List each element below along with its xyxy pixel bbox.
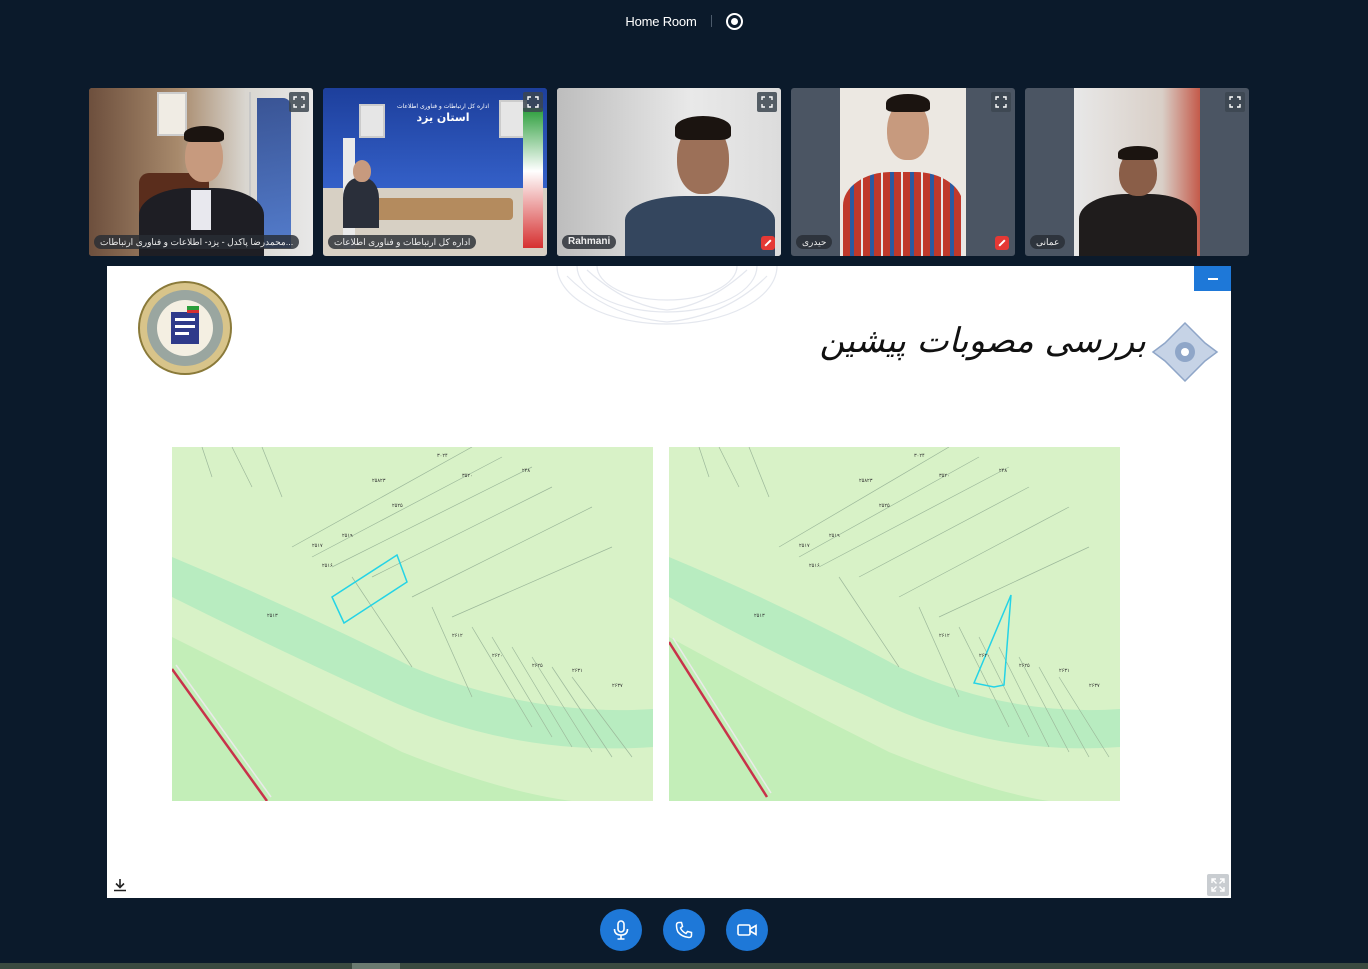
expand-tile-button[interactable] <box>757 92 777 112</box>
svg-text:۲۵۲۵: ۲۵۲۵ <box>879 503 890 509</box>
taskbar-strip <box>0 963 1368 969</box>
phone-button[interactable] <box>663 909 705 951</box>
svg-text:۲۵۲۵: ۲۵۲۵ <box>392 503 403 509</box>
divider <box>710 15 712 27</box>
expand-icon <box>293 96 305 108</box>
participant-strip: محمدرضا پاکدل - یزد- اطلاعات و فناوری ار… <box>89 88 1249 256</box>
expand-icon <box>761 96 773 108</box>
svg-text:۲۵۸۲۳: ۲۵۸۲۳ <box>859 478 873 484</box>
svg-text:۳۵۲۰: ۳۵۲۰ <box>462 473 473 479</box>
participant-name: محمدرضا پاکدل - یزد- اطلاعات و فناوری ار… <box>94 235 300 249</box>
participant-tile[interactable]: عمانی <box>1025 88 1249 256</box>
banner-line: استان یزد <box>416 111 470 124</box>
room-name: Home Room <box>625 13 697 29</box>
svg-text:۲۵۱۷: ۲۵۱۷ <box>799 543 810 549</box>
svg-text:۲۵۱۶: ۲۵۱۶ <box>322 563 333 569</box>
svg-text:۳۵۲۰: ۳۵۲۰ <box>939 473 950 479</box>
participant-tile[interactable]: اداره کل ارتباطات و فناوری اطلاعات استان… <box>323 88 547 256</box>
map-before: ۳۰۲۴ ۳۵۲۰ ۲۴۸ ۲۵۸۲۳ ۲۵۲۵ ۲۵۱۹ ۲۵۱۷ ۲۵۱۶ ۲۶۱۲ ۲… <box>172 447 653 801</box>
participant-name: Rahmani <box>562 235 617 249</box>
svg-text:۲۵۱۳: ۲۵۱۳ <box>267 613 278 619</box>
portrait-frame <box>157 92 187 136</box>
mic-muted-icon <box>761 236 775 250</box>
svg-text:۲۶۲۰: ۲۶۲۰ <box>492 653 503 659</box>
expand-icon <box>995 96 1007 108</box>
portrait-frame <box>359 104 385 138</box>
svg-text:۲۶۲۵: ۲۶۲۵ <box>1019 663 1030 669</box>
svg-text:۲۵۱۷: ۲۵۱۷ <box>312 543 323 549</box>
svg-text:۲۶۱۲: ۲۶۱۲ <box>452 633 463 639</box>
organization-logo <box>138 281 232 375</box>
svg-text:۲۴۸: ۲۴۸ <box>522 468 530 474</box>
map-after: ۳۰۲۴ ۳۵۲۰ ۲۴۸ ۲۵۸۲۳ ۲۵۲۵ ۲۵۱۹ ۲۵۱۷ ۲۵۱۶ ۲۶۱۲ ۲… <box>669 447 1120 801</box>
expand-icon <box>1229 96 1241 108</box>
presentation-stage: بررسی مصوبات پیشین ۳۰۲۴ ۳۵۲۰ ۲۴۸ ۲۵۸۲۳ ۲۵۲۵… <box>107 266 1231 898</box>
microphone-button[interactable] <box>600 909 642 951</box>
room-banner: اداره کل ارتباطات و فناوری اطلاعات استان… <box>393 102 493 142</box>
svg-text:۲۵۱۳: ۲۵۱۳ <box>754 613 765 619</box>
floral-ornament <box>1151 321 1219 383</box>
download-icon[interactable] <box>113 878 127 892</box>
rosette-ornament <box>556 266 778 325</box>
mic-muted-icon <box>995 236 1009 250</box>
cadastral-map-after: ۳۰۲۴ ۳۵۲۰ ۲۴۸ ۲۵۸۲۳ ۲۵۲۵ ۲۵۱۹ ۲۵۱۷ ۲۵۱۶ ۲۶۱۲ ۲… <box>669 447 1120 801</box>
video-camera-icon <box>737 924 757 936</box>
participant-tile[interactable]: محمدرضا پاکدل - یزد- اطلاعات و فناوری ار… <box>89 88 313 256</box>
record-icon[interactable] <box>725 12 743 30</box>
expand-tile-button[interactable] <box>289 92 309 112</box>
slide-title: بررسی مصوبات پیشین <box>819 321 1146 361</box>
svg-text:۳۰۲۴: ۳۰۲۴ <box>914 453 925 459</box>
svg-text:۲۶۳۱: ۲۶۳۱ <box>1059 668 1070 674</box>
fullscreen-button[interactable] <box>1207 874 1229 896</box>
cadastral-map-before: ۳۰۲۴ ۳۵۲۰ ۲۴۸ ۲۵۸۲۳ ۲۵۲۵ ۲۵۱۹ ۲۵۱۷ ۲۵۱۶ ۲۶۱۲ ۲… <box>172 447 653 801</box>
flag <box>523 108 543 248</box>
svg-text:۲۶۲۵: ۲۶۲۵ <box>532 663 543 669</box>
microphone-icon <box>613 920 629 940</box>
svg-text:۲۴۸: ۲۴۸ <box>999 468 1007 474</box>
expand-tile-button[interactable] <box>991 92 1011 112</box>
minimize-stage-button[interactable] <box>1194 266 1231 291</box>
call-controls <box>0 909 1368 951</box>
expand-tile-button[interactable] <box>1225 92 1245 112</box>
svg-text:۲۵۸۲۳: ۲۵۸۲۳ <box>372 478 386 484</box>
svg-text:۲۶۱۲: ۲۶۱۲ <box>939 633 950 639</box>
banner-line: اداره کل ارتباطات و فناوری اطلاعات <box>396 103 490 110</box>
participant-tile[interactable]: حیدری <box>791 88 1015 256</box>
svg-text:۲۶۳۷: ۲۶۳۷ <box>1089 683 1100 689</box>
participant-name: اداره کل ارتباطات و فناوری اطلاعات <box>328 235 477 249</box>
svg-text:۲۵۱۶: ۲۵۱۶ <box>809 563 820 569</box>
participant-name: حیدری <box>796 235 833 249</box>
svg-text:۲۶۲۰: ۲۶۲۰ <box>979 653 990 659</box>
svg-text:۲۵۱۹: ۲۵۱۹ <box>829 533 840 539</box>
svg-text:۲۵۱۹: ۲۵۱۹ <box>342 533 353 539</box>
fullscreen-icon <box>1211 878 1225 892</box>
participant-tile[interactable]: Rahmani <box>557 88 781 256</box>
participant-name: عمانی <box>1030 235 1066 249</box>
camera-button[interactable] <box>726 909 768 951</box>
svg-text:۲۶۳۱: ۲۶۳۱ <box>572 668 583 674</box>
expand-icon <box>527 96 539 108</box>
svg-text:۲۶۳۷: ۲۶۳۷ <box>612 683 623 689</box>
top-bar: Home Room <box>0 10 1368 32</box>
svg-text:۳۰۲۴: ۳۰۲۴ <box>437 453 448 459</box>
taskbar-segment <box>352 963 400 969</box>
expand-tile-button[interactable] <box>523 92 543 112</box>
phone-icon <box>675 921 693 939</box>
conference-table <box>363 198 513 220</box>
